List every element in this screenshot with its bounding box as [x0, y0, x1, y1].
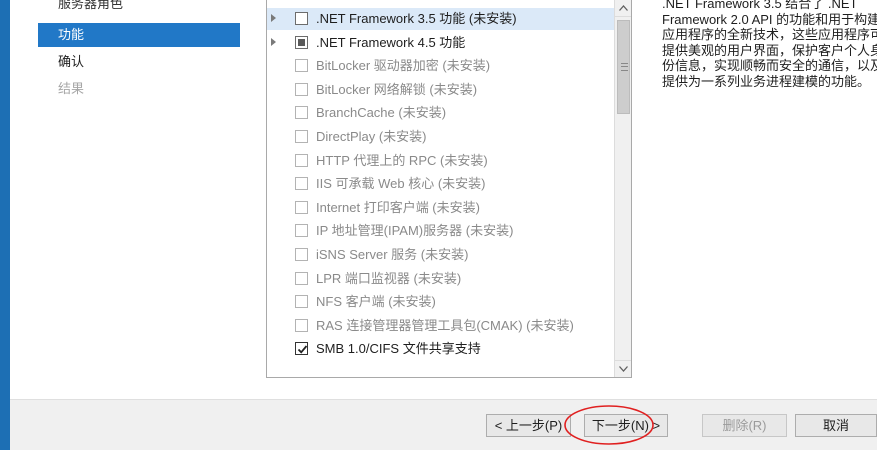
scroll-up-button[interactable] [615, 0, 631, 17]
wizard-window: 服务器角色 功能 确认 结果 .NET Framework 3.5 功能 (未安… [10, 0, 877, 450]
feature-checkbox[interactable] [295, 177, 308, 191]
feature-row[interactable]: HTTP 代理上的 RPC (未安装) [267, 150, 614, 172]
feature-label: BranchCache (未安装) [316, 105, 447, 121]
annotation-circle [564, 405, 654, 445]
feature-checkbox[interactable] [295, 342, 308, 356]
feature-checkbox[interactable] [295, 12, 308, 25]
remove-button: 删除(R) [702, 414, 787, 437]
feature-row[interactable]: IP 地址管理(IPAM)服务器 (未安装) [267, 220, 614, 242]
feature-row[interactable]: .NET Framework 3.5 功能 (未安装) [267, 8, 614, 30]
feature-checkbox[interactable] [295, 82, 308, 96]
feature-checkbox[interactable] [295, 248, 308, 261]
vertical-scrollbar[interactable] [614, 0, 631, 377]
feature-label: .NET Framework 4.5 功能 [316, 34, 466, 50]
feature-description: .NET Framework 3.5 结合了 .NET Framework 2.… [662, 0, 877, 89]
checkmark-icon [297, 345, 308, 355]
feature-row[interactable]: NFS 客户端 (未安装) [267, 291, 614, 313]
feature-checkbox[interactable] [295, 271, 308, 285]
feature-row[interactable]: SMB 1.0/CIFS 文件共享支持 [267, 338, 614, 360]
nav-item-results: 结果 [58, 81, 85, 96]
feature-row[interactable]: IIS 可承载 Web 核心 (未安装) [267, 173, 614, 195]
feature-checkbox[interactable] [295, 200, 308, 214]
cancel-button[interactable]: 取消 [795, 414, 877, 437]
feature-label: Internet 打印客户端 (未安装) [316, 199, 480, 215]
feature-checkbox[interactable] [295, 35, 308, 49]
feature-checkbox[interactable] [295, 153, 308, 167]
scroll-down-button[interactable] [615, 360, 631, 377]
feature-checkbox[interactable] [295, 318, 308, 332]
feature-checkbox[interactable] [295, 295, 308, 309]
nav-item-server-roles[interactable]: 服务器角色 [38, 0, 240, 16]
feature-row[interactable]: iSNS Server 服务 (未安装) [267, 244, 614, 266]
feature-checkbox[interactable] [295, 130, 308, 143]
feature-label: NFS 客户端 (未安装) [316, 294, 436, 310]
feature-row[interactable]: BitLocker 网络解锁 (未安装) [267, 79, 614, 101]
expand-arrow-icon[interactable] [271, 14, 276, 22]
feature-row[interactable]: LPR 端口监视器 (未安装) [267, 268, 614, 290]
feature-row[interactable]: BranchCache (未安装) [267, 102, 614, 124]
feature-label: SMB 1.0/CIFS 文件共享支持 [316, 341, 481, 357]
feature-row[interactable]: DirectPlay (未安装) [267, 126, 614, 148]
feature-checkbox[interactable] [295, 106, 308, 120]
expand-arrow-icon[interactable] [271, 37, 276, 46]
wizard-footer: < 上一步(P) 下一步(N) > 删除(R) 取消 [10, 399, 877, 450]
window-edge [0, 0, 10, 450]
feature-label: DirectPlay (未安装) [316, 129, 427, 144]
feature-label: IP 地址管理(IPAM)服务器 (未安装) [316, 223, 514, 239]
chevron-down-icon [619, 366, 628, 372]
feature-checkbox[interactable] [295, 224, 308, 238]
feature-row[interactable]: BitLocker 驱动器加密 (未安装) [267, 55, 614, 77]
feature-row[interactable]: RAS 连接管理器管理工具包(CMAK) (未安装) [267, 315, 614, 337]
feature-label: .NET Framework 3.5 功能 (未安装) [316, 11, 517, 26]
feature-row[interactable]: .NET Framework 4.5 功能 [267, 32, 614, 54]
feature-label: IIS 可承载 Web 核心 (未安装) [316, 176, 486, 192]
feature-label: RAS 连接管理器管理工具包(CMAK) (未安装) [316, 317, 574, 333]
feature-label: iSNS Server 服务 (未安装) [316, 247, 469, 262]
nav-item-features[interactable]: 功能 [38, 23, 240, 47]
feature-row[interactable]: Internet 打印客户端 (未安装) [267, 197, 614, 219]
feature-checkbox[interactable] [295, 59, 308, 73]
scrollbar-thumb[interactable] [617, 20, 630, 114]
feature-label: BitLocker 网络解锁 (未安装) [316, 81, 478, 97]
feature-list: .NET Framework 3.5 功能 (未安装) .NET Framewor… [266, 0, 632, 378]
feature-label: BitLocker 驱动器加密 (未安装) [316, 58, 491, 74]
previous-button[interactable]: < 上一步(P) [486, 414, 571, 437]
chevron-up-icon [619, 5, 628, 11]
feature-label: LPR 端口监视器 (未安装) [316, 270, 462, 286]
feature-label: HTTP 代理上的 RPC (未安装) [316, 152, 488, 168]
nav-item-confirm[interactable]: 确认 [38, 50, 240, 74]
grip-icon [621, 63, 628, 71]
